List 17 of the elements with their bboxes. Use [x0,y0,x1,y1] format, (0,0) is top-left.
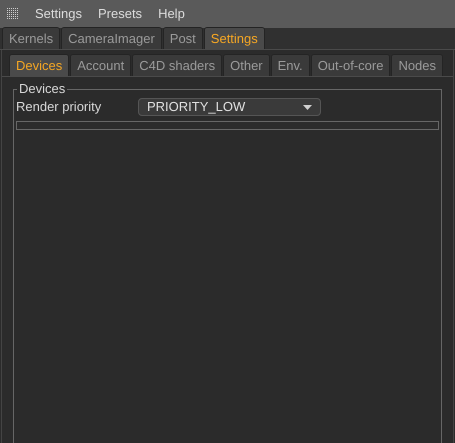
field-label: Render priority [15,98,102,116]
tab[interactable]: CameraImager [61,27,162,49]
tab[interactable]: C4D shaders [132,54,222,76]
menu-item[interactable]: Presets [98,4,142,24]
tab[interactable]: Devices [9,54,70,76]
menu-item[interactable]: Settings [35,4,82,24]
caret-icon [303,104,312,110]
menu-item[interactable]: Help [158,4,185,24]
priority-dropdown[interactable]: PRIORITY_LOW [138,98,321,116]
tab[interactable]: Settings [204,27,265,49]
tab[interactable]: Nodes [391,54,444,76]
tab[interactable]: Account [70,54,132,76]
tab[interactable]: Out-of-core [310,54,390,76]
tab[interactable]: Kernels [2,27,60,49]
tab[interactable]: Other [223,54,270,76]
tab[interactable]: Env. [270,54,310,76]
tab[interactable]: Post [162,27,203,49]
